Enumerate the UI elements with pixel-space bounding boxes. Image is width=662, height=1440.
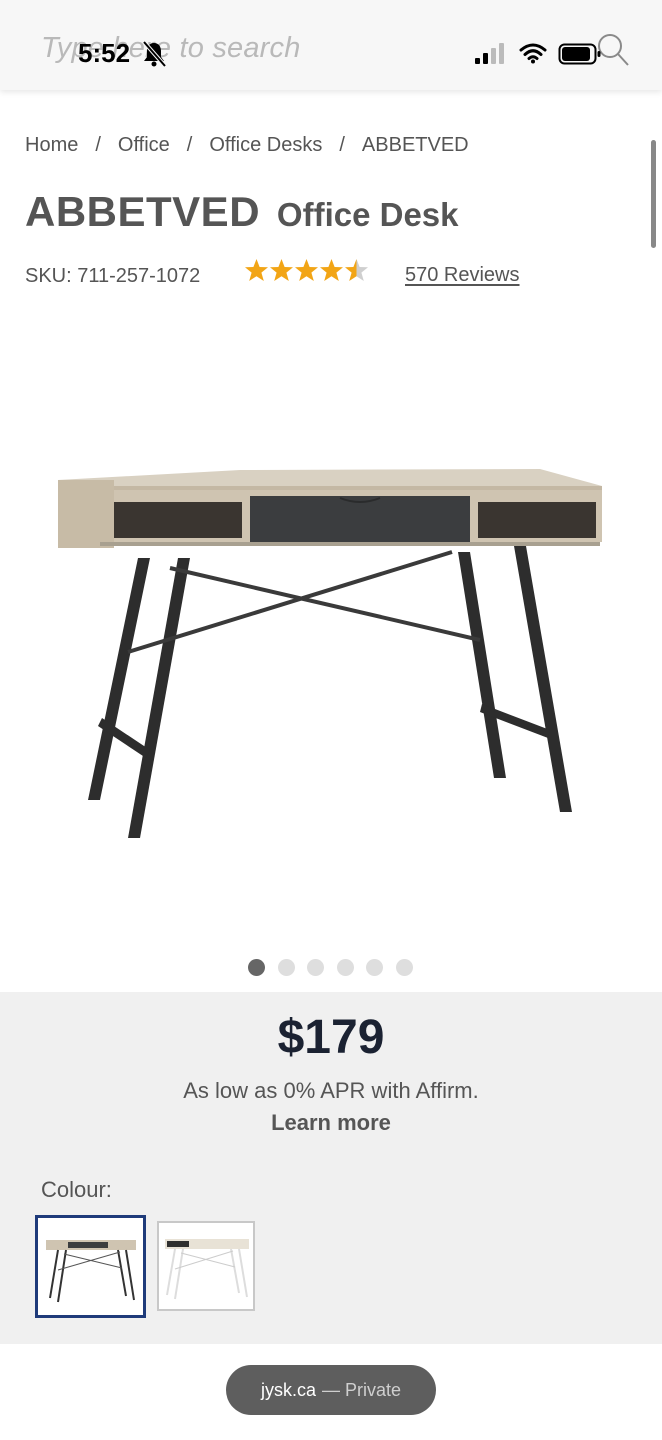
colour-label: Colour:	[41, 1177, 112, 1202]
star-icon	[295, 259, 318, 281]
desk-thumbnail-white	[159, 1223, 253, 1309]
browser-url-pill[interactable]: jysk.ca — Private	[226, 1365, 436, 1415]
product-image[interactable]	[40, 440, 622, 860]
url-domain: jysk.ca	[260, 1379, 316, 1400]
breadcrumb-current: ABBETVED	[361, 134, 469, 156]
reviews-link[interactable]: 570 Reviews	[405, 264, 520, 287]
rating-stars[interactable]	[244, 258, 369, 283]
breadcrumb-home[interactable]: Home	[25, 134, 78, 157]
learn-more-link[interactable]: Learn more	[0, 1110, 662, 1136]
product-brand: ABBETVED	[25, 188, 261, 235]
product-sku: SKU: 711-257-1072	[25, 265, 201, 287]
battery-icon	[558, 43, 601, 65]
image-carousel-dots[interactable]	[248, 959, 425, 976]
carousel-dot[interactable]	[307, 959, 324, 976]
top-search-bar: Type here to search 5:52	[0, 0, 662, 90]
breadcrumb-separator: /	[186, 134, 193, 156]
silent-bell-icon	[142, 40, 167, 68]
colour-swatch-white[interactable]	[157, 1221, 255, 1311]
breadcrumb: Home / Office / Office Desks / ABBETVED	[25, 134, 469, 157]
product-title: ABBETVED Office Desk	[25, 188, 459, 236]
affirm-financing-text: As low as 0% APR with Affirm.	[183, 1078, 479, 1103]
breadcrumb-office[interactable]: Office	[118, 134, 170, 157]
star-icon	[245, 259, 268, 281]
carousel-dot[interactable]	[248, 959, 265, 976]
carousel-dot[interactable]	[277, 959, 295, 976]
star-icon	[270, 259, 293, 281]
desk-thumbnail-black	[38, 1218, 143, 1315]
colour-swatch-black[interactable]	[35, 1215, 146, 1318]
product-name: Office Desk	[276, 196, 459, 233]
carousel-dot[interactable]	[395, 959, 413, 976]
wifi-icon	[519, 43, 547, 64]
private-mode-label: — Private	[321, 1379, 402, 1400]
carousel-dot[interactable]	[336, 959, 354, 976]
cellular-signal-icon	[475, 43, 504, 64]
star-icon	[320, 259, 343, 281]
status-time: 5:52	[78, 38, 131, 68]
price-panel: $179 As low as 0% APR with Affirm. Learn…	[0, 992, 662, 1344]
carousel-dot[interactable]	[366, 959, 383, 976]
star-icon	[345, 259, 368, 281]
breadcrumb-separator: /	[95, 134, 101, 156]
page-scrollbar[interactable]	[651, 140, 656, 248]
product-price: $179	[277, 1011, 385, 1064]
breadcrumb-separator: /	[339, 134, 345, 156]
breadcrumb-office-desks[interactable]: Office Desks	[209, 134, 322, 157]
